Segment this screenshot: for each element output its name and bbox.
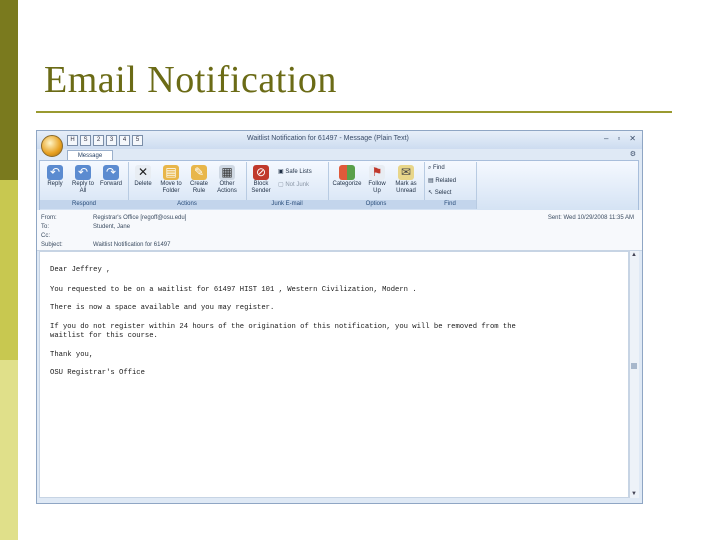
group-junk-email: ⊘ Block Sender ▣ Safe Lists ▢ Not Junk J… xyxy=(246,162,329,209)
qat-button-previous[interactable]: 3 xyxy=(106,135,117,146)
from-label: From: xyxy=(41,215,57,221)
subject-value: Waitlist Notification for 61497 xyxy=(93,242,171,248)
forward-icon: ↷ xyxy=(103,165,119,180)
create-rule-button[interactable]: ✎ Create Rule xyxy=(187,165,211,195)
select-button[interactable]: ↖ Select xyxy=(428,189,451,196)
group-options: Categorize ⚑ Follow Up ✉ Mark as Unread … xyxy=(328,162,425,209)
not-junk-button[interactable]: ▢ Not Junk xyxy=(278,181,309,188)
group-actions: ✕ Delete ▤ Move to Folder ✎ Create Rule … xyxy=(128,162,247,209)
not-junk-icon: ▢ xyxy=(278,182,284,188)
qat-button-undo[interactable]: S xyxy=(80,135,91,146)
create-rule-icon: ✎ xyxy=(191,165,207,180)
categorize-icon xyxy=(339,165,355,180)
qat-button-save[interactable]: H xyxy=(67,135,78,146)
slide-title: Email Notification xyxy=(44,59,337,101)
to-label: To: xyxy=(41,224,50,230)
quick-access-toolbar: H S 2 3 4 5 xyxy=(67,135,159,146)
ribbon-tabs: Message ⚙ xyxy=(37,149,642,161)
signature-line: OSU Registrar's Office xyxy=(50,369,145,377)
qat-button-redo[interactable]: 2 xyxy=(93,135,104,146)
window-title: Waitlist Notification for 61497 - Messag… xyxy=(247,135,409,142)
block-sender-button[interactable]: ⊘ Block Sender xyxy=(249,165,273,195)
slide-stripe-top xyxy=(0,0,18,180)
sent-timestamp: Sent: Wed 10/29/2008 11:35 AM xyxy=(547,215,634,221)
other-actions-icon: ▦ xyxy=(219,165,235,180)
to-value[interactable]: Student, Jane xyxy=(93,224,130,230)
move-to-folder-button[interactable]: ▤ Move to Folder xyxy=(159,165,183,195)
block-sender-icon: ⊘ xyxy=(253,165,269,180)
group-label-junk-email: Junk E-mail xyxy=(246,200,328,209)
message-body[interactable]: Dear Jeffrey , You requested to be on a … xyxy=(39,251,629,498)
title-bar: H S 2 3 4 5 Waitlist Notification for 61… xyxy=(37,131,642,149)
find-button[interactable]: ⌕ Find xyxy=(428,165,445,172)
other-actions-button[interactable]: ▦ Other Actions xyxy=(215,165,239,195)
help-icon[interactable]: ⚙ xyxy=(630,150,636,158)
slide-stripe-middle xyxy=(0,180,18,360)
select-icon: ↖ xyxy=(428,190,434,196)
mark-unread-button[interactable]: ✉ Mark as Unread xyxy=(392,165,420,195)
message-header: From: Registrar's Office [regoff@osu.edu… xyxy=(37,210,642,251)
vertical-scrollbar[interactable]: ▲ ▼ xyxy=(629,251,639,498)
delete-button[interactable]: ✕ Delete xyxy=(131,165,155,188)
cc-label: Cc: xyxy=(41,233,50,239)
scroll-thumb[interactable] xyxy=(631,363,637,369)
follow-up-button[interactable]: ⚑ Follow Up xyxy=(364,165,390,195)
slide-stripe-bottom xyxy=(0,360,18,540)
from-value[interactable]: Registrar's Office [regoff@osu.edu] xyxy=(93,215,186,221)
group-find: ⌕ Find ▤ Related ↖ Select Find xyxy=(424,162,477,209)
reply-icon: ↶ xyxy=(47,165,63,180)
delete-icon: ✕ xyxy=(135,165,151,180)
close-button[interactable]: ✕ xyxy=(629,134,636,143)
reply-all-icon: ↶ xyxy=(75,165,91,180)
group-label-respond: Respond xyxy=(40,200,128,209)
qat-button-customize[interactable]: 5 xyxy=(132,135,143,146)
thanks-line: Thank you, xyxy=(50,351,94,359)
outlook-message-window: H S 2 3 4 5 Waitlist Notification for 61… xyxy=(36,130,643,504)
group-label-actions: Actions xyxy=(128,200,246,209)
related-icon: ▤ xyxy=(428,178,434,184)
body-line-waitlist: You requested to be on a waitlist for 61… xyxy=(50,286,417,294)
greeting-line: Dear Jeffrey , xyxy=(50,266,111,274)
body-line-deadline: If you do not register within 24 hours o… xyxy=(50,323,516,331)
move-folder-icon: ▤ xyxy=(163,165,179,180)
maximize-button[interactable]: ▫ xyxy=(617,134,620,143)
safe-lists-icon: ▣ xyxy=(278,169,284,175)
ribbon: ↶ Reply ↶ Reply to All ↷ Forward Respond… xyxy=(39,160,639,211)
follow-up-flag-icon: ⚑ xyxy=(369,165,385,180)
qat-button-next[interactable]: 4 xyxy=(119,135,130,146)
body-line-deadline-cont: waitlist for this course. xyxy=(50,332,158,340)
find-icon: ⌕ xyxy=(428,165,432,171)
window-controls: – ▫ ✕ xyxy=(604,134,636,143)
minimize-button[interactable]: – xyxy=(604,134,608,143)
related-button[interactable]: ▤ Related xyxy=(428,177,456,184)
group-label-options: Options xyxy=(328,200,424,209)
forward-button[interactable]: ↷ Forward xyxy=(99,165,123,188)
reply-all-button[interactable]: ↶ Reply to All xyxy=(71,165,95,195)
title-divider xyxy=(36,111,672,113)
scroll-down-arrow-icon[interactable]: ▼ xyxy=(631,491,637,497)
categorize-button[interactable]: Categorize xyxy=(332,165,362,188)
reply-button[interactable]: ↶ Reply xyxy=(43,165,67,188)
group-respond: ↶ Reply ↶ Reply to All ↷ Forward Respond xyxy=(40,162,129,209)
group-label-find: Find xyxy=(424,200,476,209)
scroll-up-arrow-icon[interactable]: ▲ xyxy=(631,252,637,258)
subject-label: Subject: xyxy=(41,242,63,248)
safe-lists-button[interactable]: ▣ Safe Lists xyxy=(278,168,312,175)
body-line-space-available: There is now a space available and you m… xyxy=(50,304,275,312)
mark-unread-icon: ✉ xyxy=(398,165,414,180)
